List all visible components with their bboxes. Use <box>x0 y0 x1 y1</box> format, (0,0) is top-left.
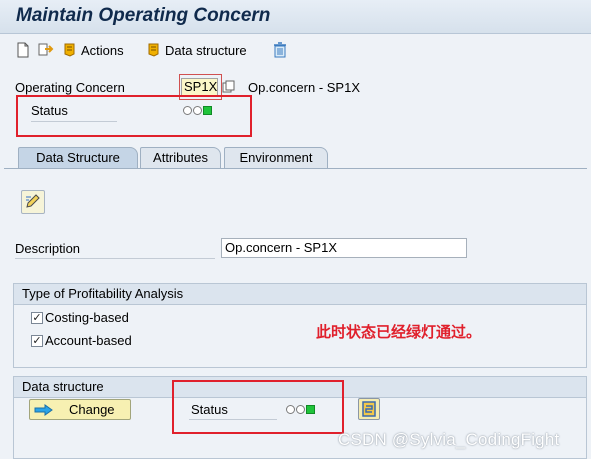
actions-icon <box>64 43 75 57</box>
pencil-icon <box>26 194 40 208</box>
arrow-right-icon <box>34 404 53 416</box>
edit-button[interactable] <box>21 190 45 214</box>
tab-data-structure[interactable]: Data Structure <box>18 147 138 169</box>
description-underline <box>15 258 215 259</box>
operating-concern-text: Op.concern - SP1X <box>248 80 360 95</box>
profitability-group-title: Type of Profitability Analysis <box>14 284 586 305</box>
page-title: Maintain Operating Concern <box>16 5 271 26</box>
highlight-box-header-status <box>16 95 252 137</box>
actions-button[interactable]: Actions <box>62 40 124 60</box>
operating-concern-field[interactable]: SP1X <box>181 78 218 96</box>
toolbar: Actions Data structure <box>0 34 591 66</box>
hierarchy-icon <box>362 401 376 417</box>
costing-based-label: Costing-based <box>45 310 129 325</box>
hierarchy-button[interactable] <box>358 398 380 420</box>
tab-environment[interactable]: Environment <box>224 147 328 169</box>
data-structure-button[interactable]: Data structure <box>146 40 247 60</box>
description-input[interactable]: Op.concern - SP1X <box>221 238 467 258</box>
switch-icon[interactable] <box>37 41 55 59</box>
title-bar: Maintain Operating Concern <box>0 0 591 34</box>
data-structure-label: Data structure <box>165 42 247 58</box>
actions-label: Actions <box>81 42 124 58</box>
change-button[interactable]: Change <box>29 399 131 420</box>
account-based-label: Account-based <box>45 333 132 348</box>
delete-icon[interactable] <box>271 41 289 59</box>
watermark: CSDN @Sylvia_CodingFight <box>338 430 560 449</box>
costing-based-checkbox[interactable]: ✓ <box>31 312 43 324</box>
new-document-icon[interactable] <box>14 41 32 59</box>
tab-attributes[interactable]: Attributes <box>140 147 221 169</box>
account-based-checkbox[interactable]: ✓ <box>31 335 43 347</box>
profitability-type-group: Type of Profitability Analysis <box>13 283 587 368</box>
change-button-label: Change <box>69 402 115 417</box>
copy-icon[interactable] <box>222 80 236 94</box>
operating-concern-label: Operating Concern <box>15 80 125 95</box>
highlight-box-data-structure-status <box>172 380 344 434</box>
annotation-text: 此时状态已经绿灯通过。 <box>316 324 482 341</box>
data-structure-icon <box>148 43 159 57</box>
description-label: Description <box>15 241 81 256</box>
